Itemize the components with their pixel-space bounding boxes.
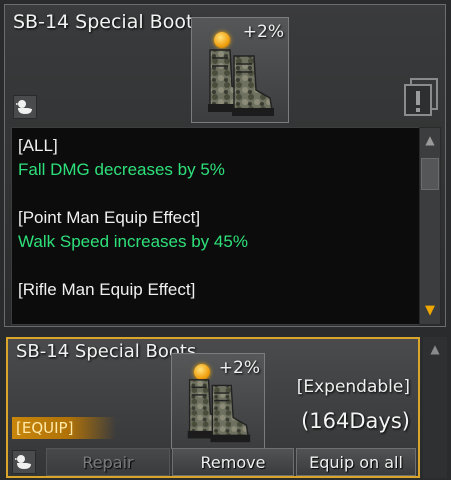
- effect-line: Fall DMG decreases by 5%: [18, 160, 225, 179]
- item-description: [ALL] Fall DMG decreases by 5% [Point Ma…: [11, 127, 423, 325]
- inventory-item-card[interactable]: SB-14 Special Boots +2% [Expendable] (16…: [6, 337, 420, 478]
- duck-icon[interactable]: [13, 95, 37, 119]
- remove-button[interactable]: Remove: [172, 448, 294, 476]
- item-name: SB-14 Special Boots: [16, 341, 197, 362]
- item-duration: (164Days): [301, 409, 410, 433]
- item-type-label: [Expendable]: [296, 377, 410, 397]
- repair-button[interactable]: Repair: [46, 448, 170, 476]
- effect-header-rifle-man: [Rifle Man Equip Effect]: [18, 280, 196, 299]
- chevron-down-icon[interactable]: ▼: [420, 298, 440, 322]
- boost-label: +2%: [218, 358, 260, 378]
- effect-line: Walk Speed increases by 45%: [18, 232, 248, 251]
- boots-icon: [180, 376, 256, 446]
- item-thumbnail: +2%: [171, 353, 265, 449]
- effect-header-point-man: [Point Man Equip Effect]: [18, 208, 201, 227]
- chevron-up-icon[interactable]: ▲: [423, 339, 447, 359]
- effect-header-all: [ALL]: [18, 136, 58, 155]
- scroll-thumb[interactable]: [421, 158, 439, 190]
- boost-label: +2%: [242, 22, 284, 42]
- tooltip-title: SB-14 Special Boots: [13, 11, 204, 33]
- equip-on-all-button[interactable]: Equip on all: [296, 448, 416, 476]
- item-tooltip-panel: SB-14 Special Boots +2% [ALL] Fall DMG d…: [4, 4, 446, 327]
- equip-badge: [EQUIP]: [12, 417, 116, 439]
- boots-icon: [200, 46, 280, 120]
- inventory-scrollbar[interactable]: ▲: [423, 337, 447, 478]
- duck-icon[interactable]: [12, 450, 36, 474]
- chevron-up-icon[interactable]: ▲: [420, 128, 440, 152]
- description-scrollbar[interactable]: ▲ ▼: [419, 127, 441, 325]
- item-thumbnail: +2%: [191, 17, 289, 123]
- alert-icon[interactable]: [403, 77, 439, 117]
